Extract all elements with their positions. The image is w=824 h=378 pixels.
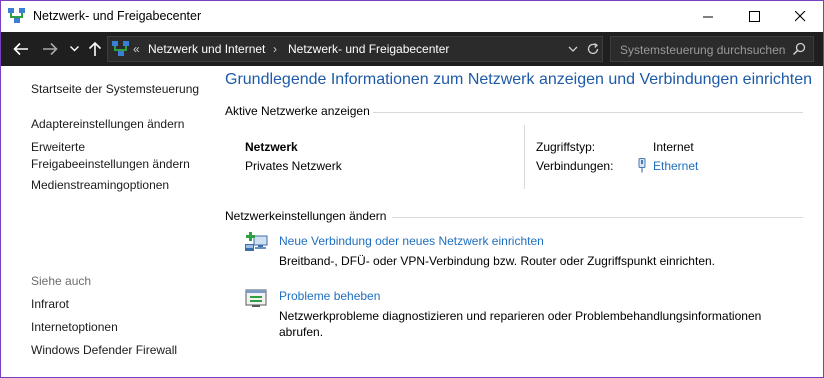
close-button[interactable]	[777, 1, 823, 32]
navigation-bar: « Netzwerk und Internet › Netzwerk- und …	[1, 32, 823, 66]
search-icon[interactable]	[792, 42, 806, 56]
forward-button[interactable]	[40, 39, 60, 59]
arrow-left-icon	[13, 42, 28, 56]
recent-locations-button[interactable]	[67, 39, 81, 59]
troubleshoot-icon	[245, 289, 267, 307]
address-dropdown-icon[interactable]	[567, 43, 579, 55]
back-button[interactable]	[11, 39, 31, 59]
task-description-troubleshoot: Netzwerkprobleme diagnostizieren und rep…	[279, 309, 762, 339]
network-center-icon	[8, 8, 25, 23]
section-divider	[373, 112, 803, 113]
minimize-icon	[702, 16, 713, 18]
address-bar[interactable]: « Netzwerk und Internet › Netzwerk- und …	[107, 36, 603, 62]
task-link-new-connection[interactable]: Neue Verbindung oder neues Netzwerk einr…	[279, 234, 544, 248]
network-settings-heading: Netzwerkeinstellungen ändern	[225, 209, 387, 223]
breadcrumb-overflow[interactable]: «	[133, 42, 140, 56]
breadcrumb-separator[interactable]: ›	[273, 42, 277, 56]
access-type-value: Internet	[653, 140, 694, 154]
page-title: Grundlegende Informationen zum Netzwerk …	[225, 71, 813, 88]
title-bar: Netzwerk- und Freigabecenter	[1, 1, 823, 32]
ethernet-link[interactable]: Ethernet	[653, 159, 698, 173]
network-name: Netzwerk	[245, 140, 298, 154]
ethernet-icon[interactable]	[637, 158, 647, 173]
left-pane: Startseite der Systemsteuerung Adapterei…	[1, 66, 216, 377]
new-connection-icon	[245, 232, 268, 251]
window: Netzwerk- und Freigabecenter « Netzwerk …	[0, 0, 824, 378]
minimize-button[interactable]	[685, 1, 731, 32]
vertical-divider	[524, 125, 525, 189]
see-also-internetoptionen[interactable]: Internetoptionen	[31, 319, 118, 336]
see-also-heading: Siehe auch	[31, 274, 92, 288]
sidebar-home-link[interactable]: Startseite der Systemsteuerung	[31, 81, 199, 98]
arrow-right-icon	[43, 42, 58, 56]
network-type: Privates Netzwerk	[245, 159, 342, 173]
chevron-down-icon	[69, 46, 79, 52]
see-also-infrarot[interactable]: Infrarot	[31, 296, 69, 313]
arrow-up-icon	[88, 41, 102, 56]
search-placeholder[interactable]: Systemsteuerung durchsuchen	[620, 43, 785, 57]
access-type-label: Zugriffstyp:	[536, 140, 596, 154]
breadcrumb-netzwerk-internet[interactable]: Netzwerk und Internet	[148, 42, 265, 56]
section-divider	[392, 217, 803, 218]
task-link-troubleshoot[interactable]: Probleme beheben	[279, 289, 380, 303]
sidebar-link-adapter[interactable]: Adaptereinstellungen ändern	[31, 116, 184, 133]
close-icon	[794, 11, 805, 22]
main-content: Grundlegende Informationen zum Netzwerk …	[216, 66, 823, 377]
maximize-icon	[748, 11, 760, 22]
sidebar-link-media-streaming[interactable]: Medienstreamingoptionen	[31, 177, 169, 194]
search-field[interactable]: Systemsteuerung durchsuchen	[610, 36, 814, 62]
task-description-new-connection: Breitband-, DFÜ- oder VPN-Verbindung bzw…	[279, 254, 715, 268]
see-also-firewall[interactable]: Windows Defender Firewall	[31, 342, 177, 359]
sidebar-link-advanced-sharing[interactable]: Erweiterte Freigabeeinstellungen ändern	[31, 139, 206, 173]
maximize-button[interactable]	[731, 1, 777, 32]
breadcrumb-freigabecenter[interactable]: Netzwerk- und Freigabecenter	[288, 42, 449, 56]
control-panel-icon	[112, 41, 129, 56]
refresh-icon[interactable]	[586, 42, 600, 56]
active-networks-heading: Aktive Netzwerke anzeigen	[225, 104, 370, 118]
window-title: Netzwerk- und Freigabecenter	[33, 9, 202, 23]
up-button[interactable]	[86, 39, 104, 59]
connections-label: Verbindungen:	[536, 159, 614, 173]
